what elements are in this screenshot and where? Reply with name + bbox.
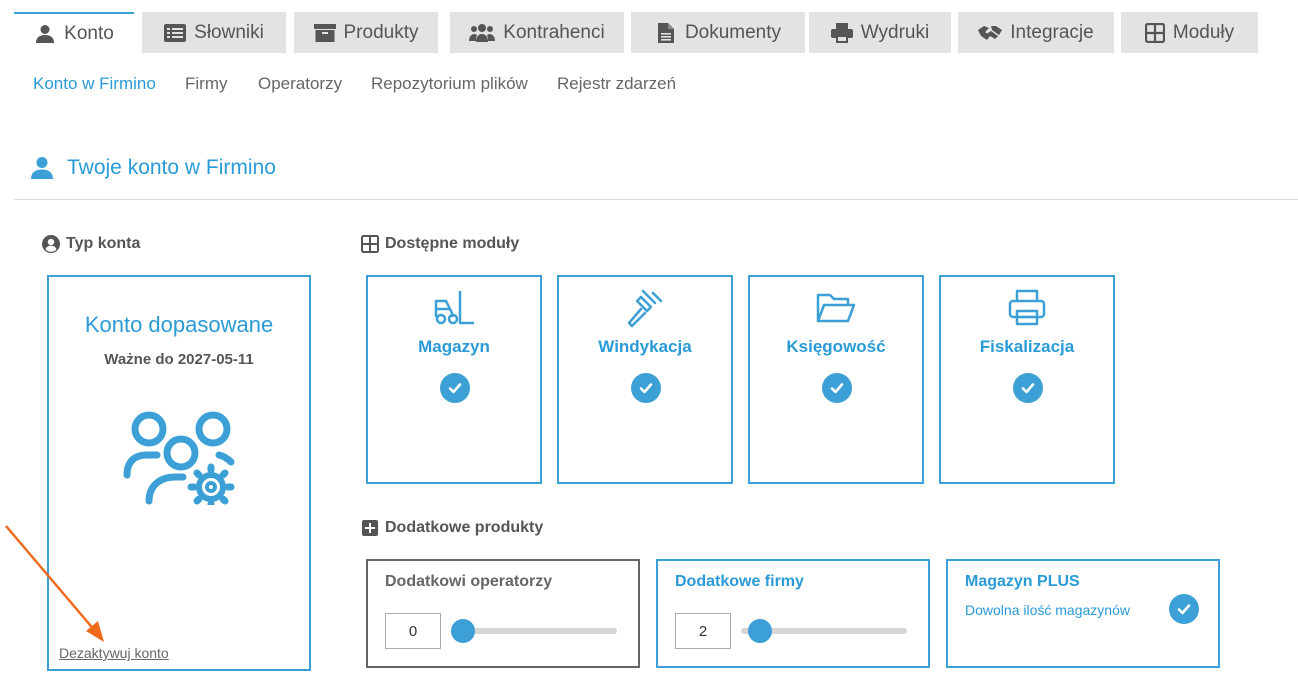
tab-konto[interactable]: Konto [14,12,134,53]
grid-icon [361,235,379,253]
module-card-ksiegowosc[interactable]: Księgowość [748,275,924,484]
tab-label: Produkty [343,21,419,43]
tab-label: Dokumenty [684,21,782,43]
printer-icon [830,22,853,43]
tab-label: Moduły [1172,21,1235,43]
product-subtitle: Dowolna ilość magazynów [965,602,1130,618]
page-title: Twoje konto w Firmino [30,156,276,180]
account-type-heading-text: Typ konta [66,235,141,252]
subnav-rejestr-zdarzen[interactable]: Rejestr zdarzeń [557,74,676,94]
product-card-warehouse-plus[interactable]: Magazyn PLUS Dowolna ilość magazynów [946,559,1220,668]
operators-quantity-input[interactable]: 0 [385,613,441,649]
subnav-repozytorium-plikow[interactable]: Repozytorium plików [371,74,528,94]
check-icon [1169,594,1199,624]
printer-icon [1008,289,1046,326]
user-circle-icon [42,235,60,253]
tab-label: Konto [64,22,114,44]
product-title: Magazyn PLUS [965,573,1080,590]
grid-icon [1144,22,1165,43]
tab-wydruki[interactable]: Wydruki [809,12,951,53]
module-name: Fiskalizacja [979,337,1075,356]
tab-label: Słowniki [194,21,264,43]
check-icon [822,373,852,403]
gavel-icon [627,289,663,328]
tab-produkty[interactable]: Produkty [294,12,438,53]
tab-slowniki[interactable]: Słowniki [142,12,286,53]
module-name: Magazyn [418,337,490,356]
tab-label: Integracje [1010,21,1094,43]
folder-icon [816,293,856,323]
page-title-text: Twoje konto w Firmino [67,156,276,179]
list-icon [164,23,187,43]
product-card-operators: Dodatkowi operatorzy 0 [366,559,640,668]
account-type-heading: Typ konta [42,235,140,253]
modules-heading-text: Dostępne moduły [385,235,520,252]
slider-handle[interactable] [451,619,475,643]
product-title: Dodatkowi operatorzy [385,573,553,590]
additional-products-heading-text: Dodatkowe produkty [385,519,544,536]
tab-dokumenty[interactable]: Dokumenty [631,12,805,53]
plus-square-icon [361,519,379,537]
module-card-magazyn[interactable]: Magazyn [366,275,542,484]
module-card-fiskalizacja[interactable]: Fiskalizacja [939,275,1115,484]
subnav-operatorzy[interactable]: Operatorzy [258,74,342,94]
annotation-arrow-icon [5,525,104,642]
account-type-name: Konto dopasowane [84,312,274,337]
user-icon [31,157,53,179]
tab-moduly[interactable]: Moduły [1121,12,1258,53]
subnav-firmy[interactable]: Firmy [185,74,227,94]
tab-label: Wydruki [860,21,930,43]
handshake-icon [978,23,1003,43]
users-icon [469,23,496,43]
forklift-icon [434,291,474,325]
modules-heading: Dostępne moduły [361,235,519,253]
user-icon [34,24,56,44]
users-settings-icon [123,411,235,505]
module-card-windykacja[interactable]: Windykacja [557,275,733,484]
document-icon [655,22,677,43]
module-name: Windykacja [598,337,692,356]
check-icon [440,373,470,403]
module-name: Księgowość [786,337,886,356]
divider [14,199,1298,200]
check-icon [1013,373,1043,403]
tab-label: Kontrahenci [503,21,605,43]
additional-products-heading: Dodatkowe produkty [361,519,543,537]
slider-handle[interactable] [748,619,773,643]
product-card-companies: Dodatkowe firmy 2 [656,559,930,668]
companies-quantity-input[interactable]: 2 [675,613,731,649]
tab-integracje[interactable]: Integracje [958,12,1114,53]
account-valid-until: Ważne do 2027-05-11 [104,351,254,368]
product-title: Dodatkowe firmy [675,573,804,590]
subnav-konto-w-firmino[interactable]: Konto w Firmino [33,74,156,94]
box-icon [313,23,336,43]
tab-kontrahenci[interactable]: Kontrahenci [450,12,624,53]
check-icon [631,373,661,403]
